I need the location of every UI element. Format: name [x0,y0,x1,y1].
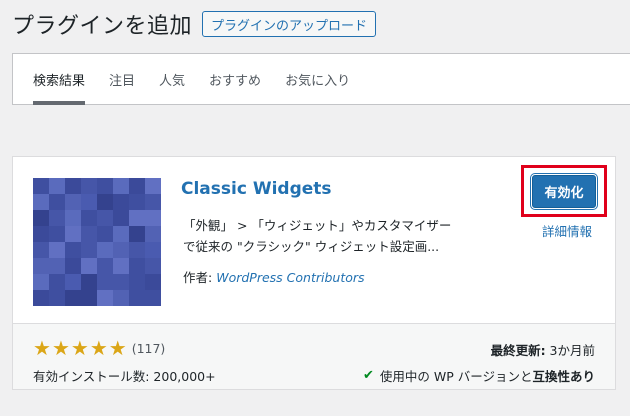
author-label: 作者: [183,270,213,285]
star-icon: ★ [51,336,70,360]
more-details-link[interactable]: 詳細情報 [542,221,592,240]
plugin-author: 作者: WordPress Contributors [183,267,365,286]
activate-button[interactable]: 有効化 [532,175,596,208]
page-title: プラグインを追加 [12,14,193,39]
plugin-description: 「外観」 > 「ウィジェット」やカスタマイザー で従来の "クラシック" ウィジ… [183,215,483,257]
plugin-name-link[interactable]: Classic Widgets [181,179,332,199]
tab-featured[interactable]: 注目 [109,54,135,104]
description-line: で従来の "クラシック" ウィジェット設定画... [183,239,440,254]
author-link[interactable]: WordPress Contributors [216,270,364,285]
last-updated: 最終更新: 3か月前 [491,340,595,359]
page-header: プラグインを追加 プラグインのアップロード [12,8,377,40]
compat-status: 互換性あり [532,369,595,384]
star-icon: ★ [89,336,108,360]
rating-count[interactable]: (117) [132,341,166,356]
last-updated-label: 最終更新: [490,343,546,358]
description-line: 「外観」 > 「ウィジェット」やカスタマイザー [183,218,452,233]
tab-recommended[interactable]: おすすめ [209,54,261,104]
checkmark-icon: ✔ [362,368,374,383]
plugin-card: Classic Widgets 「外観」 > 「ウィジェット」やカスタマイザー … [12,156,616,390]
plugin-icon[interactable] [33,178,161,306]
filter-bar: 検索結果 注目 人気 おすすめ お気に入り [12,53,630,105]
compat-text: 使用中の WP バージョンと [379,369,533,384]
tab-search-results[interactable]: 検索結果 [33,54,86,105]
active-installs: 有効インストール数: 200,000+ [33,369,216,384]
tab-favorites[interactable]: お気に入り [285,54,350,104]
plugin-rating: ★ ★ ★ ★ ★ (117) [33,338,165,358]
plugin-card-top: Classic Widgets 「外観」 > 「ウィジェット」やカスタマイザー … [13,157,615,325]
upload-plugin-button[interactable]: プラグインのアップロード [202,11,377,37]
tab-popular[interactable]: 人気 [159,54,185,104]
star-icon: ★ [108,336,127,360]
star-icon: ★ [33,336,51,360]
compatibility: ✔ 使用中の WP バージョンと 互換性あり [363,366,595,385]
star-icon: ★ [70,336,89,360]
last-updated-value: 3か月前 [549,343,595,358]
plugin-card-bottom: ★ ★ ★ ★ ★ (117) 有効インストール数: 200,000+ 最終更新… [13,323,615,389]
